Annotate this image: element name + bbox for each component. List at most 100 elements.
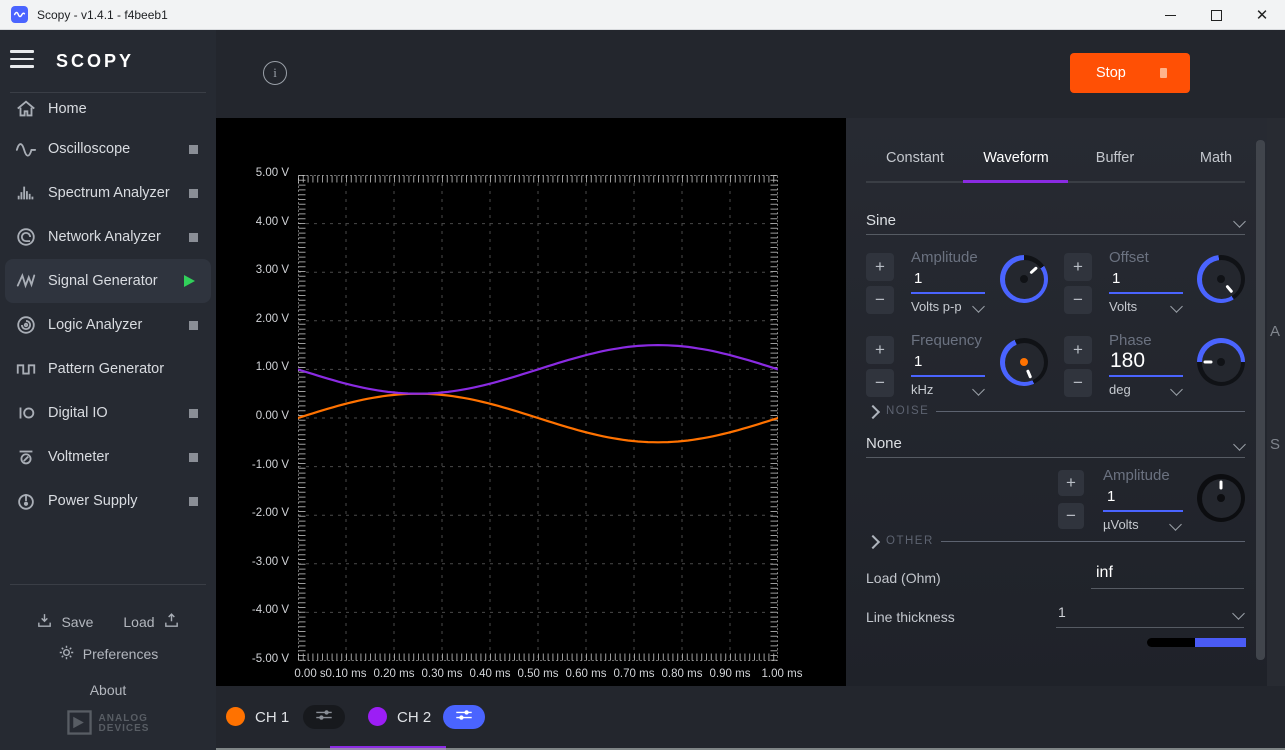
section-line: [941, 541, 1245, 542]
noise-type-dropdown[interactable]: None: [866, 435, 902, 452]
offset-unit-dropdown[interactable]: Volts: [1109, 299, 1137, 314]
close-icon: ✕: [1256, 8, 1269, 23]
offset-decrement-button[interactable]: −: [1064, 286, 1092, 314]
noise-amplitude-increment-button[interactable]: +: [1058, 470, 1084, 496]
sidebar-item-oscilloscope[interactable]: Oscilloscope: [0, 127, 216, 171]
sidebar-item-spectrum-analyzer[interactable]: Spectrum Analyzer: [0, 171, 216, 215]
stopped-indicator-icon: [189, 409, 198, 418]
noise-expand-icon[interactable]: [866, 405, 880, 419]
noise-amplitude-unit-dropdown[interactable]: µVolts: [1103, 517, 1139, 532]
stop-button[interactable]: Stop: [1070, 53, 1190, 93]
phase-value[interactable]: 180: [1110, 349, 1145, 373]
sidebar-item-network-analyzer[interactable]: Network Analyzer: [0, 215, 216, 259]
sidebar-item-logic-analyzer[interactable]: Logic Analyzer: [0, 303, 216, 347]
chevron-down-icon[interactable]: [1170, 383, 1183, 396]
maximize-button[interactable]: [1193, 0, 1239, 30]
digital-io-icon: [14, 401, 38, 425]
close-button[interactable]: ✕: [1239, 0, 1285, 30]
divider: [10, 584, 206, 585]
amplitude-increment-button[interactable]: +: [866, 253, 894, 281]
load-ohm-value[interactable]: inf: [1096, 564, 1113, 582]
tab-math[interactable]: Math: [1200, 150, 1232, 166]
info-icon[interactable]: i: [263, 61, 287, 85]
load-label: Load: [123, 614, 154, 630]
horizontal-scrollbar-thumb[interactable]: [1195, 638, 1246, 647]
load-button[interactable]: Load: [123, 612, 179, 632]
ch2-color-dot[interactable]: [368, 707, 387, 726]
vertical-scrollbar[interactable]: [1256, 140, 1265, 660]
y-axis-tick-label: 2.00 V: [216, 313, 289, 325]
load-ohm-label: Load (Ohm): [866, 570, 941, 586]
chevron-down-icon[interactable]: [1233, 215, 1246, 228]
preferences-label: Preferences: [83, 646, 158, 662]
ch1-settings-button[interactable]: [303, 705, 345, 729]
amplitude-knob[interactable]: [1000, 255, 1048, 303]
about-link[interactable]: About: [0, 682, 216, 698]
frequency-knob[interactable]: [1000, 338, 1048, 386]
phase-knob[interactable]: [1197, 338, 1245, 386]
tab-constant[interactable]: Constant: [886, 150, 944, 166]
phase-decrement-button[interactable]: −: [1064, 369, 1092, 397]
ch1-label[interactable]: CH 1: [255, 709, 289, 726]
frequency-value[interactable]: 1: [914, 353, 922, 370]
frequency-unit-dropdown[interactable]: kHz: [911, 382, 933, 397]
frequency-value-underline: [911, 375, 985, 377]
frequency-decrement-button[interactable]: −: [866, 369, 894, 397]
phase-value-underline: [1109, 375, 1183, 377]
about-label: About: [90, 682, 127, 698]
ch2-label[interactable]: CH 2: [397, 709, 431, 726]
phase-unit-dropdown[interactable]: deg: [1109, 382, 1131, 397]
amplitude-decrement-button[interactable]: −: [866, 286, 894, 314]
other-expand-icon[interactable]: [866, 535, 880, 549]
chevron-down-icon[interactable]: [1170, 300, 1183, 313]
sliders-icon: [455, 708, 473, 726]
y-axis-tick-label: -2.00 V: [216, 507, 289, 519]
stopped-indicator-icon: [189, 497, 198, 506]
save-icon: [36, 612, 53, 632]
ch1-color-dot[interactable]: [226, 707, 245, 726]
minimize-button[interactable]: [1147, 0, 1193, 30]
amplitude-value[interactable]: 1: [914, 270, 922, 287]
sidebar-item-pattern-generator[interactable]: Pattern Generator: [0, 347, 216, 391]
offset-value[interactable]: 1: [1112, 270, 1120, 287]
chevron-down-icon[interactable]: [1232, 607, 1245, 620]
chevron-down-icon[interactable]: [972, 300, 985, 313]
sliders-icon: [315, 708, 333, 726]
noise-amplitude-knob[interactable]: [1197, 474, 1245, 522]
save-button[interactable]: Save: [36, 612, 93, 632]
menu-hamburger-icon[interactable]: [10, 50, 34, 68]
waveform-plot-canvas: [298, 175, 778, 661]
sidebar-item-home[interactable]: Home: [0, 91, 216, 127]
tab-waveform[interactable]: Waveform: [983, 150, 1049, 166]
sidebar-item-power-supply[interactable]: Power Supply: [0, 479, 216, 523]
knob-pointer: [1026, 369, 1032, 378]
tab-buffer[interactable]: Buffer: [1096, 150, 1134, 166]
chevron-down-icon[interactable]: [1169, 518, 1182, 531]
noise-amplitude-value[interactable]: 1: [1107, 488, 1115, 505]
horizontal-scrollbar-track[interactable]: [1147, 638, 1197, 647]
phase-increment-button[interactable]: +: [1064, 336, 1092, 364]
frequency-increment-button[interactable]: +: [866, 336, 894, 364]
sidebar-item-voltmeter[interactable]: Voltmeter: [0, 435, 216, 479]
sidebar-item-signal-generator[interactable]: Signal Generator: [5, 259, 211, 303]
offset-increment-button[interactable]: +: [1064, 253, 1092, 281]
line-thickness-dropdown[interactable]: 1: [1058, 604, 1066, 620]
offset-knob[interactable]: [1197, 255, 1245, 303]
chevron-down-icon[interactable]: [1233, 438, 1246, 451]
pattern-generator-icon: [14, 357, 38, 381]
active-tab-underline: [963, 180, 1068, 183]
noise-amplitude-decrement-button[interactable]: −: [1058, 503, 1084, 529]
sidebar-item-label: Power Supply: [48, 493, 137, 509]
wave-type-dropdown[interactable]: Sine: [866, 212, 896, 229]
preferences-button[interactable]: Preferences: [0, 644, 216, 664]
amplitude-unit-dropdown[interactable]: Volts p-p: [911, 299, 962, 314]
chevron-down-icon[interactable]: [972, 383, 985, 396]
sidebar-item-digital-io[interactable]: Digital IO: [0, 391, 216, 435]
app-icon: [11, 6, 28, 23]
save-load-row: Save Load: [0, 612, 216, 632]
sidebar-item-label: Oscilloscope: [48, 141, 130, 157]
ch2-settings-button[interactable]: [443, 705, 485, 729]
stopped-indicator-icon: [189, 233, 198, 242]
line-thickness-underline: [1056, 627, 1244, 628]
stopped-indicator-icon: [189, 453, 198, 462]
